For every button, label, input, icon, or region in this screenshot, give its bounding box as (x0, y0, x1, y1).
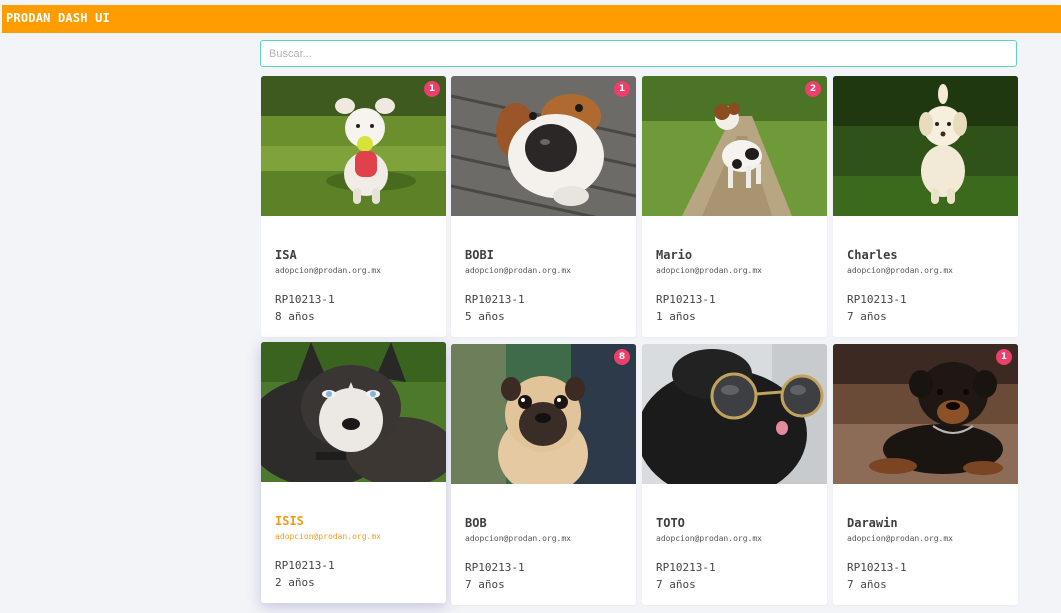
pet-age: 7 años (465, 578, 505, 591)
pet-photo (642, 76, 827, 216)
pet-photo (833, 344, 1018, 484)
pet-card[interactable]: Charles adopcion@prodan.org.mx RP10213-1… (833, 76, 1018, 337)
pet-email: adopcion@prodan.org.mx (465, 534, 571, 543)
search-input[interactable] (260, 40, 1017, 67)
pet-age: 1 años (656, 310, 696, 323)
pet-code: RP10213-1 (275, 293, 335, 306)
pet-photo (833, 76, 1018, 216)
pet-code: RP10213-1 (847, 293, 907, 306)
app-title: PRODAN DASH UI (6, 11, 110, 25)
pet-age: 5 años (465, 310, 505, 323)
pet-photo (261, 342, 446, 482)
pet-card[interactable]: 2 Mario adopcion@prodan.org.mx RP10213-1… (642, 76, 827, 337)
notification-badge: 1 (424, 81, 440, 97)
pet-code: RP10213-1 (847, 561, 907, 574)
pet-email: adopcion@prodan.org.mx (275, 532, 381, 541)
pet-code: RP10213-1 (275, 559, 335, 572)
pet-age: 7 años (847, 310, 887, 323)
pet-code: RP10213-1 (465, 293, 525, 306)
pet-card[interactable]: 1 Darawin adopcion@prodan.org.mx RP10213… (833, 344, 1018, 605)
pet-card[interactable]: 1 BOBI adopcion@prodan.org.mx RP10213-1 … (451, 76, 636, 337)
pet-age: 2 años (275, 576, 315, 589)
pet-name: BOBI (465, 248, 494, 262)
pet-age: 8 años (275, 310, 315, 323)
pet-email: adopcion@prodan.org.mx (656, 534, 762, 543)
pet-name: ISA (275, 248, 297, 262)
pet-email: adopcion@prodan.org.mx (465, 266, 571, 275)
pet-photo (642, 344, 827, 484)
pet-card[interactable]: 1 ISA adopcion@prodan.org.mx RP10213-1 8… (261, 76, 446, 337)
pet-email: adopcion@prodan.org.mx (847, 534, 953, 543)
pet-name: BOB (465, 516, 487, 530)
notification-badge: 1 (996, 349, 1012, 365)
pet-card[interactable]: TOTO adopcion@prodan.org.mx RP10213-1 7 … (642, 344, 827, 605)
pet-card[interactable]: 8 BOB adopcion@prodan.org.mx RP10213-1 7… (451, 344, 636, 605)
pet-code: RP10213-1 (656, 561, 716, 574)
notification-badge: 1 (614, 81, 630, 97)
notification-badge: 8 (614, 349, 630, 365)
pet-name: Charles (847, 248, 898, 262)
pet-name: TOTO (656, 516, 685, 530)
pet-email: adopcion@prodan.org.mx (656, 266, 762, 275)
pet-photo (451, 344, 636, 484)
pet-card-selected[interactable]: ISIS adopcion@prodan.org.mx RP10213-1 2 … (261, 342, 446, 603)
pet-age: 7 años (656, 578, 696, 591)
notification-badge: 2 (805, 81, 821, 97)
pet-name: Darawin (847, 516, 898, 530)
pet-code: RP10213-1 (465, 561, 525, 574)
pet-name: Mario (656, 248, 693, 262)
pet-photo (451, 76, 636, 216)
pet-photo (261, 76, 446, 216)
app-header: PRODAN DASH UI (2, 5, 1061, 33)
pet-code: RP10213-1 (656, 293, 716, 306)
pet-age: 7 años (847, 578, 887, 591)
pet-email: adopcion@prodan.org.mx (275, 266, 381, 275)
pet-email: adopcion@prodan.org.mx (847, 266, 953, 275)
pet-name: ISIS (275, 514, 304, 528)
